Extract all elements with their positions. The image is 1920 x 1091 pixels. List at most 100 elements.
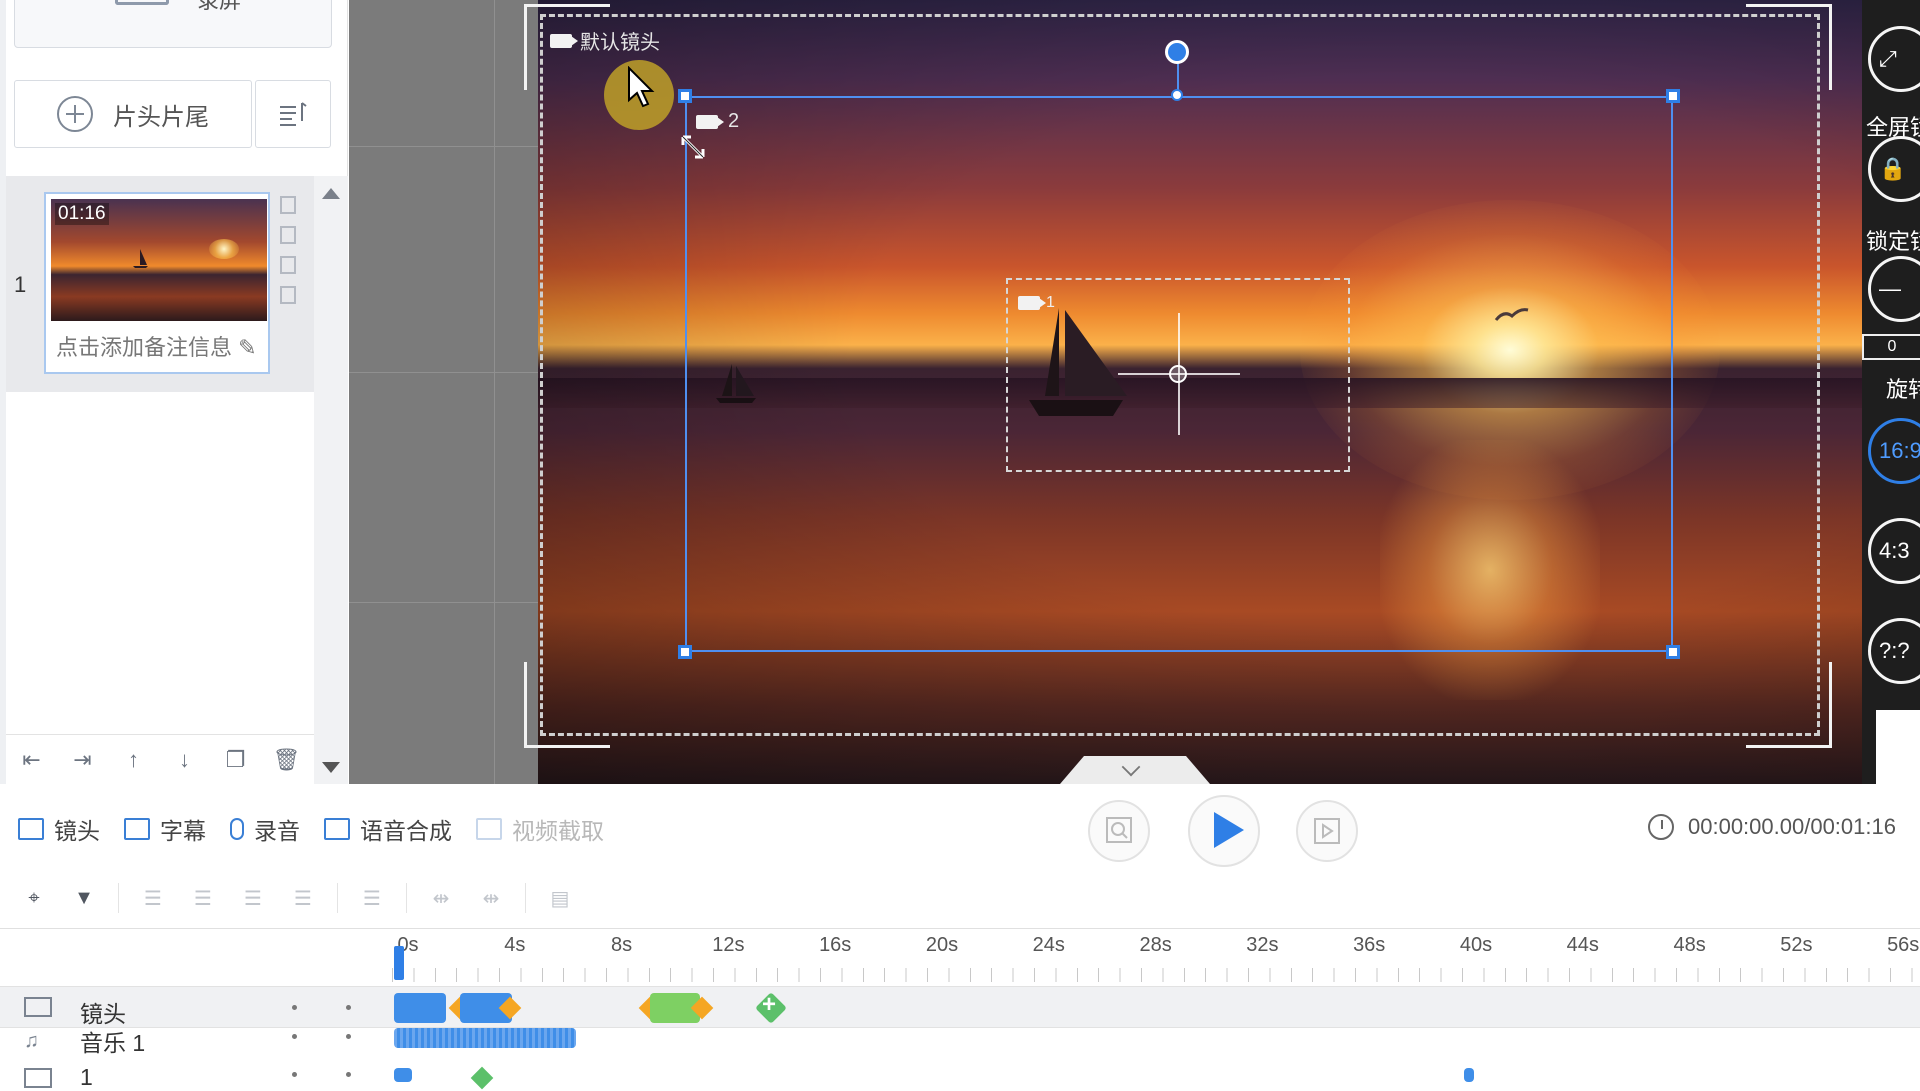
resize-handle-top-right[interactable] [1666,89,1680,103]
camera-icon [1018,296,1040,310]
camera-1-label: 1 [1018,294,1055,312]
same-length-icon[interactable]: ☰ [356,885,388,911]
timeline-divider [0,928,1920,929]
scene-card[interactable]: 01:16 点击添加备注信息 ✎ [44,192,270,374]
playhead[interactable] [394,946,404,980]
duplicate-icon[interactable]: ❐ [210,747,261,773]
camera-clip[interactable] [394,993,446,1023]
tab-subtitle-label: 字幕 [160,818,206,844]
scene-list-button[interactable] [255,80,331,148]
time-text: 00:00:00.00/00:01:16 [1688,814,1896,839]
monitor-icon [115,0,169,5]
trash-icon[interactable]: 🗑 [261,747,312,773]
scene-thumbnail[interactable]: 01:16 [51,199,267,321]
tab-speech-synthesis[interactable]: 语音合成 [324,812,452,846]
scene-scrollbar[interactable] [314,176,348,784]
add-keyframe-plus: + [762,991,777,1018]
video-cut-icon [476,818,502,840]
track-image-name: 1 [80,1064,93,1090]
track-music-name: 音乐 1 [80,1030,146,1056]
intro-outro-button[interactable]: 片头片尾 [14,80,252,148]
grid-line [349,146,539,147]
properties-icon[interactable]: ▤ [544,885,576,911]
tab-camera-label: 镜头 [54,818,100,844]
grid-line [349,372,539,373]
resize-handle-bottom-left[interactable] [678,645,692,659]
crosshair-center-icon[interactable] [1169,365,1187,383]
scene-toolbar: ⇤ ⇥ ↑ ↓ ❐ 🗑 [6,734,314,784]
keyframe[interactable] [470,1066,494,1090]
resize-cursor-icon [681,135,705,159]
export-scene-icon[interactable] [280,256,296,274]
divider [406,883,407,913]
rotate-handle[interactable] [1165,40,1189,64]
ruler-tick-label: 48s [1673,934,1706,956]
grid-line [349,602,539,603]
move-down-icon[interactable]: ↓ [159,747,210,773]
time-display: 00:00:00.00/00:01:16 [1648,814,1896,840]
frame-corner [524,662,610,748]
ruler-tick-label: 56s [1887,934,1920,956]
tab-video-cut-label: 视频截取 [512,818,604,844]
record-button[interactable]: 录屏 [14,0,332,48]
intro-outro-label: 片头片尾 [113,103,209,131]
mouse-pointer-icon [628,66,655,108]
divider [337,883,338,913]
add-gap-icon[interactable]: ⇹ [425,885,457,911]
clock-icon [1648,814,1674,840]
filter-icon[interactable]: ▼ [68,885,100,911]
scroll-up-icon[interactable] [322,188,340,199]
camera-2-label: 2 [696,110,739,133]
delete-scene-icon[interactable] [280,226,296,244]
music-clip[interactable] [394,1028,576,1048]
zoom-frame-icon [1106,817,1132,843]
align-center-icon[interactable]: ☰ [237,885,269,911]
rotation-label: 旋转 [1886,377,1920,402]
microphone-icon [230,818,244,840]
thumbnail-sun [209,239,239,259]
ruler-tick-label: 8s [611,934,633,956]
scene-number: 1 [14,272,27,297]
merge-scene-icon[interactable] [280,286,296,304]
track-dot [292,1034,297,1039]
subtitle-icon [124,818,150,840]
move-up-icon[interactable]: ↑ [108,747,159,773]
insert-before-icon[interactable]: ⇤ [6,747,57,773]
scroll-down-icon[interactable] [322,762,340,773]
ratio-custom-text: ?:? [1879,638,1910,663]
align-left-icon[interactable]: ☰ [137,885,169,911]
ruler-tick-label: 24s [1032,934,1065,956]
track-music[interactable]: ♫ 音乐 1 [0,1028,1920,1056]
ruler-tick-label: 4s [504,934,526,956]
track-dot [346,1034,351,1039]
resize-handle-top-left[interactable] [678,89,692,103]
ruler-tick-label: 44s [1566,934,1599,956]
copy-scene-icon[interactable] [280,196,296,214]
sailboat-icon [133,249,148,268]
tab-speech-synthesis-label: 语音合成 [360,818,452,844]
scene-duration: 01:16 [55,203,109,225]
align-right-icon[interactable]: ☰ [187,885,219,911]
insert-after-icon[interactable]: ⇥ [57,747,108,773]
ruler-tick-label: 20s [925,934,959,956]
tab-subtitle[interactable]: 字幕 [124,812,206,846]
divider [118,883,119,913]
remove-gap-icon[interactable]: ⇹ [475,885,507,911]
resize-handle-bottom-right[interactable] [1666,645,1680,659]
distribute-icon[interactable]: ☰ [287,885,319,911]
track-dot [292,1072,297,1077]
track-camera[interactable]: 镜头 + [0,986,1920,1028]
tab-video-cut[interactable]: 视频截取 [476,812,604,846]
resize-handle-top[interactable] [1171,89,1183,101]
scene-note[interactable]: 点击添加备注信息 ✎ [56,330,257,362]
record-label: 录屏 [197,0,242,13]
locate-icon[interactable]: ⌖ [18,885,50,911]
grid-line [494,0,495,784]
add-circle-icon [57,96,93,132]
tab-record-audio[interactable]: 录音 [230,812,300,846]
camera-icon [696,114,718,129]
rotation-input[interactable]: 0 [1862,334,1920,360]
tab-camera[interactable]: 镜头 [18,812,100,846]
track-image[interactable]: 1 [0,1060,1920,1090]
ruler-tick-label: 32s [1246,934,1279,956]
